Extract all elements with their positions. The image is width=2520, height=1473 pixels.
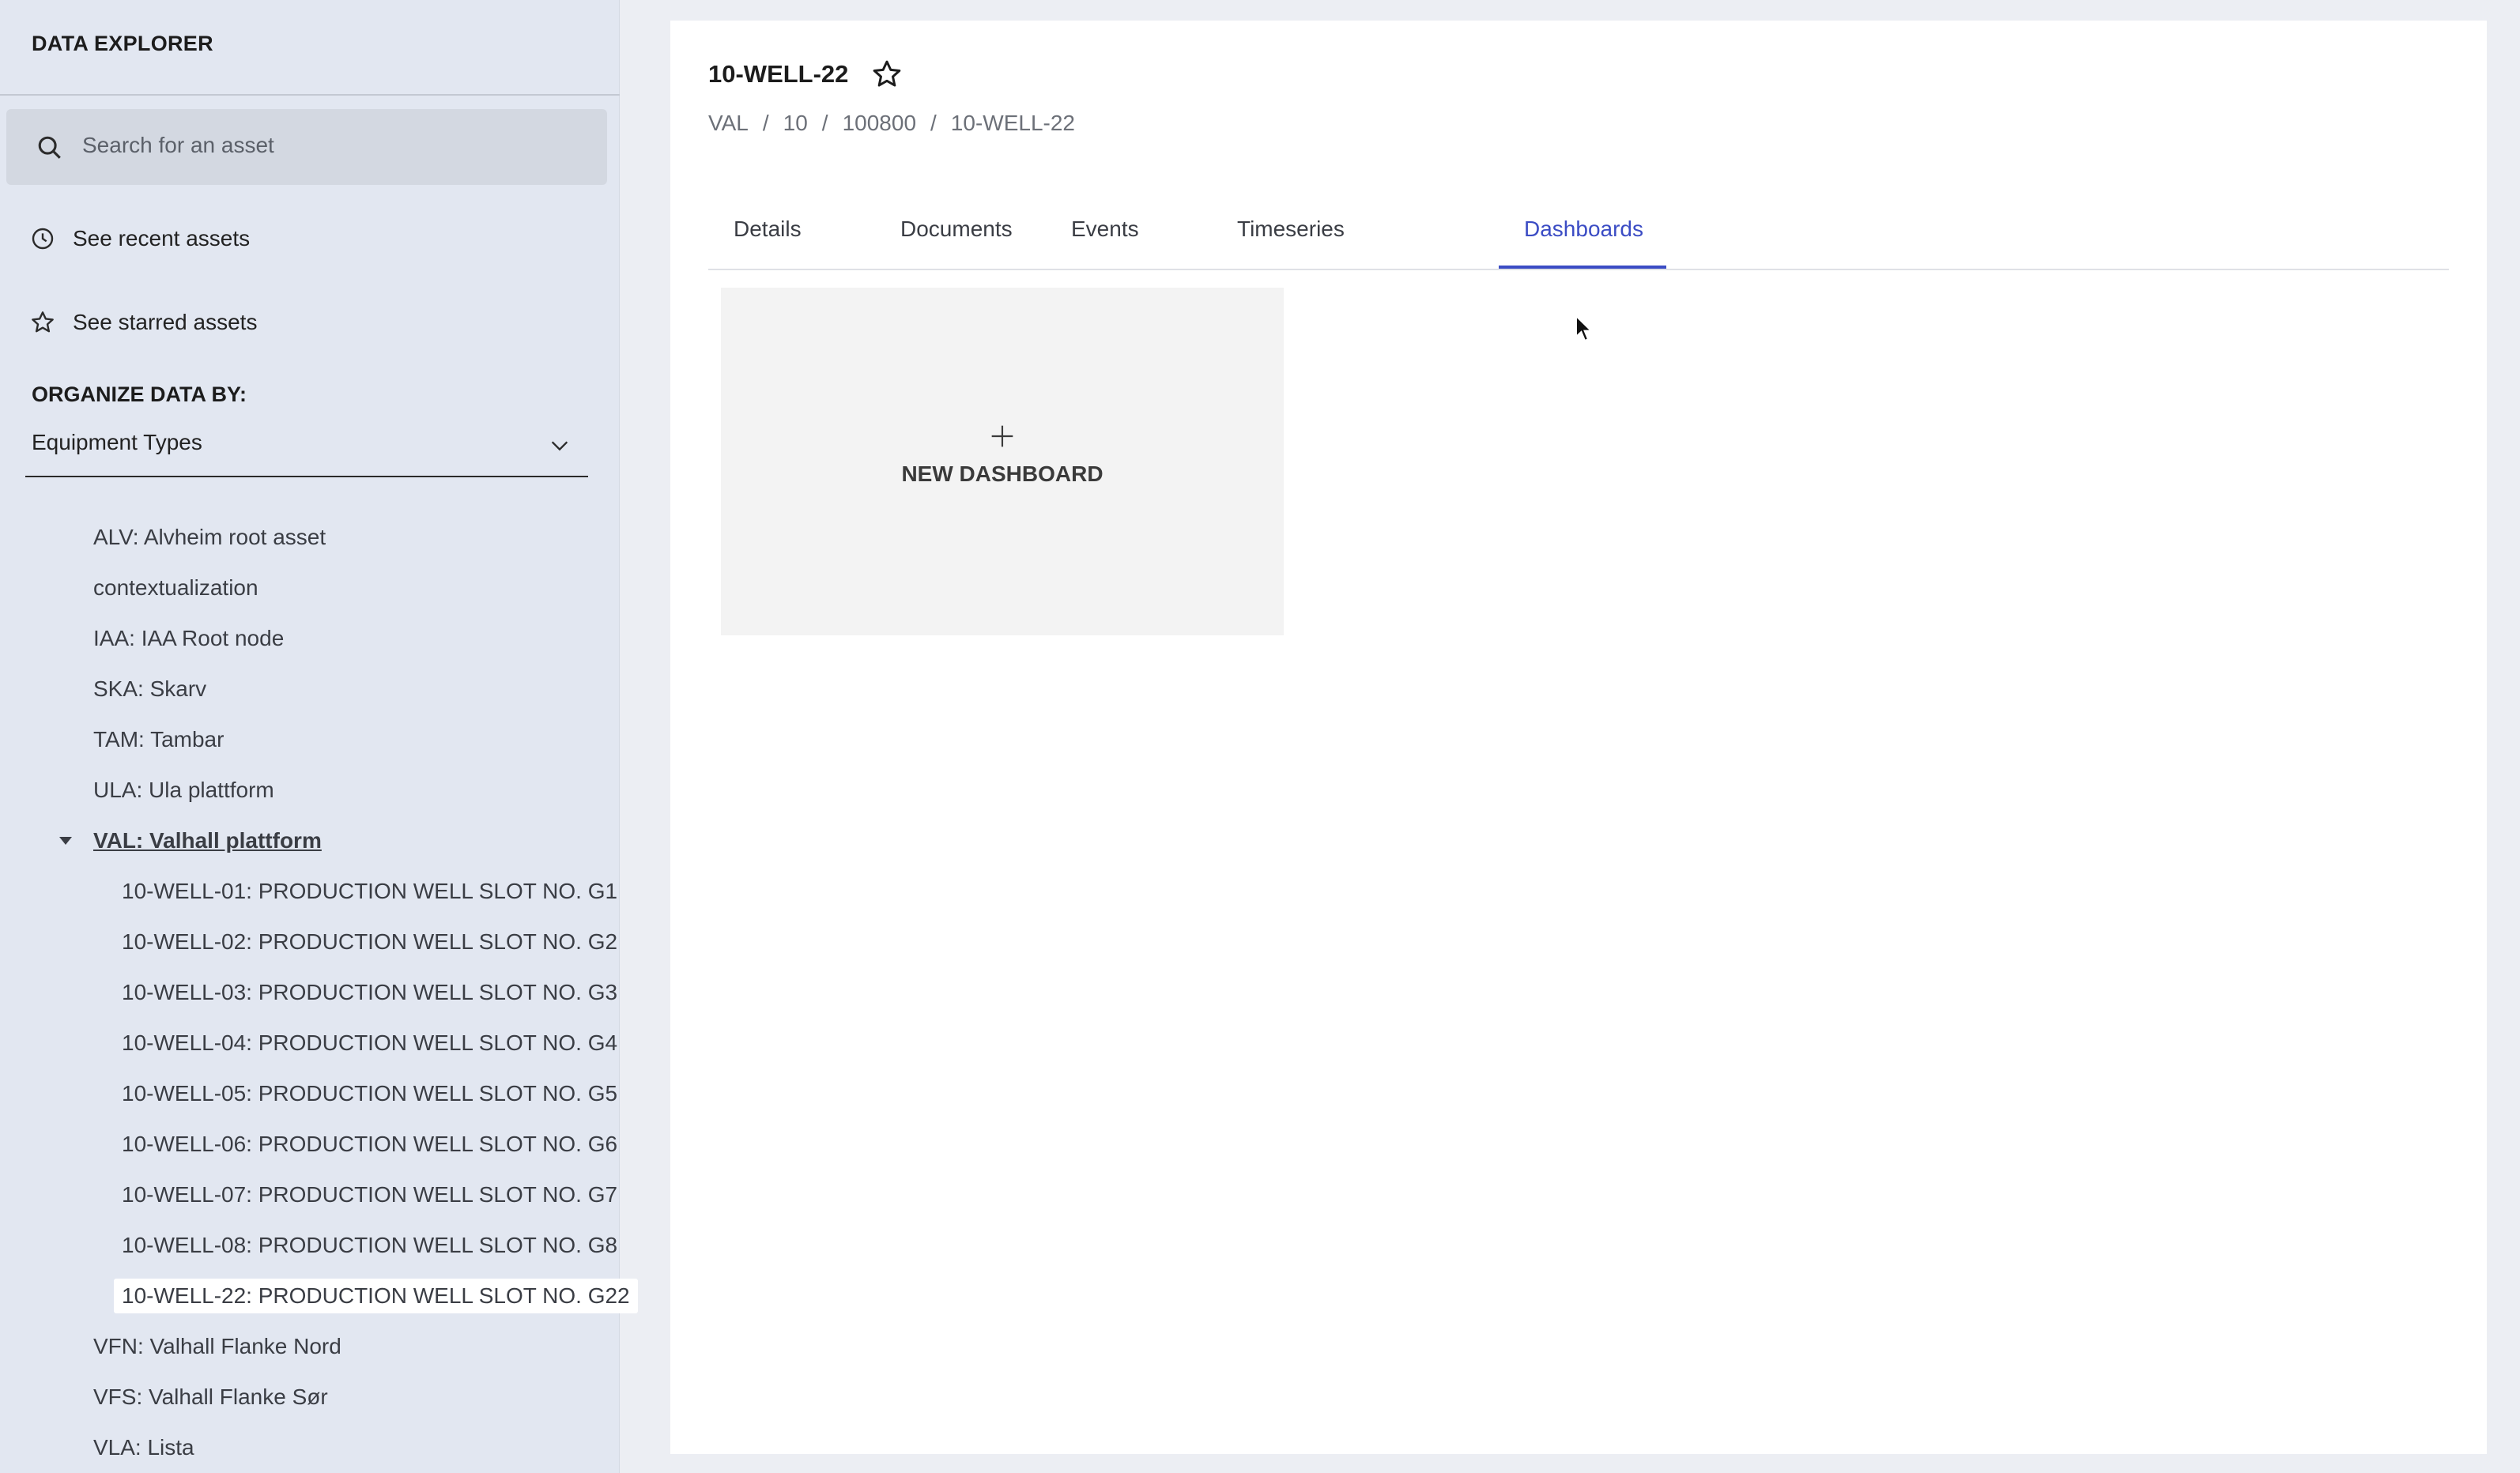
search-input[interactable]: Search for an asset: [6, 109, 607, 185]
tree-item[interactable]: 10-WELL-02: PRODUCTION WELL SLOT NO. G2: [122, 925, 617, 959]
new-dashboard-label: NEW DASHBOARD: [901, 461, 1103, 486]
organize-select[interactable]: Equipment Types: [25, 424, 588, 477]
tree-item[interactable]: 10-WELL-06: PRODUCTION WELL SLOT NO. G6: [122, 1127, 617, 1162]
breadcrumb-separator: /: [930, 111, 937, 135]
sidebar-divider: [0, 94, 620, 96]
page-title: 10-WELL-22: [708, 60, 849, 88]
breadcrumb-item-current: 10-WELL-22: [950, 111, 1075, 135]
star-icon[interactable]: [871, 58, 903, 90]
tree-item[interactable]: VFS: Valhall Flanke Sør: [93, 1380, 328, 1415]
tree-item[interactable]: VLA: Lista: [93, 1430, 194, 1465]
breadcrumb-item[interactable]: VAL: [708, 111, 749, 136]
tab-details[interactable]: Details: [734, 217, 802, 242]
organize-label: ORGANIZE DATA BY:: [32, 382, 247, 406]
mouse-cursor-icon: [1575, 315, 1594, 342]
new-dashboard-button[interactable]: NEW DASHBOARD: [721, 288, 1284, 635]
star-icon: [32, 311, 54, 333]
sidebar: DATA EXPLORER Search for an asset See re…: [0, 0, 638, 1473]
sidebar-title: DATA EXPLORER: [32, 32, 213, 55]
tree-item[interactable]: ALV: Alvheim root asset: [93, 520, 326, 555]
tree-item[interactable]: 10-WELL-05: PRODUCTION WELL SLOT NO. G5: [122, 1076, 617, 1111]
search-placeholder: Search for an asset: [82, 133, 274, 157]
recent-assets-label: See recent assets: [73, 226, 251, 251]
caret-down-icon[interactable]: [58, 836, 73, 846]
chevron-down-icon: [551, 441, 568, 451]
tree-item[interactable]: 10-WELL-03: PRODUCTION WELL SLOT NO. G3: [122, 975, 617, 1010]
tree-item[interactable]: 10-WELL-04: PRODUCTION WELL SLOT NO. G4: [122, 1026, 617, 1060]
organize-select-value: Equipment Types: [32, 430, 202, 454]
tree-item[interactable]: contextualization: [93, 571, 258, 605]
tree-item[interactable]: 10-WELL-01: PRODUCTION WELL SLOT NO. G1: [122, 874, 617, 909]
breadcrumb-separator: /: [821, 111, 828, 135]
tree-item[interactable]: IAA: IAA Root node: [93, 621, 284, 656]
tree-item[interactable]: ULA: Ula plattform: [93, 773, 274, 808]
starred-assets-link[interactable]: See starred assets: [30, 307, 257, 338]
tab-events[interactable]: Events: [1071, 217, 1139, 242]
tab-bar: Details Documents Events Timeseries Dash…: [708, 198, 2449, 270]
breadcrumb: VAL / 10 / 100800 / 10-WELL-22: [708, 111, 1075, 136]
tree-item[interactable]: TAM: Tambar: [93, 722, 224, 757]
tab-timeseries[interactable]: Timeseries: [1237, 217, 1345, 242]
clock-icon: [32, 228, 54, 250]
breadcrumb-item[interactable]: 10: [783, 111, 808, 136]
search-icon: [38, 136, 61, 159]
plus-icon: [991, 425, 1013, 447]
tree-item[interactable]: VFN: Valhall Flanke Nord: [93, 1329, 341, 1364]
active-tab-indicator: [1499, 266, 1666, 269]
tree-item-expanded[interactable]: VAL: Valhall plattform: [93, 823, 322, 858]
tree-item[interactable]: 10-WELL-08: PRODUCTION WELL SLOT NO. G8: [122, 1228, 617, 1263]
tree-item-selected[interactable]: 10-WELL-22: PRODUCTION WELL SLOT NO. G22: [114, 1279, 638, 1313]
main-panel: 10-WELL-22 VAL / 10 / 100800 / 10-WELL-2…: [670, 21, 2487, 1454]
tree-item[interactable]: 10-WELL-07: PRODUCTION WELL SLOT NO. G7: [122, 1177, 617, 1212]
breadcrumb-separator: /: [762, 111, 769, 135]
breadcrumb-item[interactable]: 100800: [843, 111, 916, 136]
starred-assets-label: See starred assets: [73, 310, 258, 334]
tab-dashboards[interactable]: Dashboards: [1524, 217, 1643, 242]
tree-item[interactable]: SKA: Skarv: [93, 672, 206, 706]
recent-assets-link[interactable]: See recent assets: [30, 223, 250, 254]
tab-documents[interactable]: Documents: [900, 217, 1013, 242]
